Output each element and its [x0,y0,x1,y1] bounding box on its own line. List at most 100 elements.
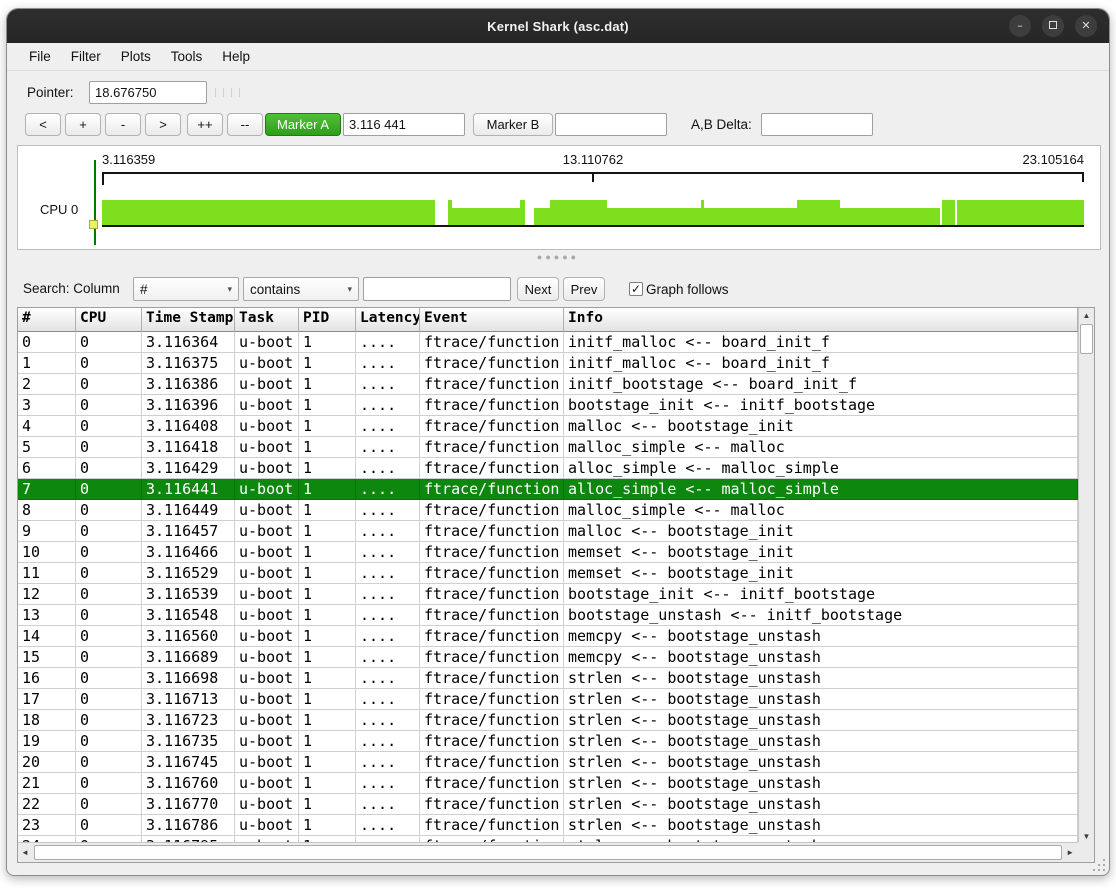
resize-grip-icon[interactable] [1089,855,1105,871]
cell-cpu: 0 [76,689,142,710]
nav-button-1[interactable]: < [25,113,61,136]
axis-tick-mid [592,172,594,182]
table-row[interactable]: 1403.116560u-boot1....ftrace/functionmem… [18,626,1078,647]
search-column-select[interactable]: # ▾ [133,277,239,301]
column-header-task[interactable]: Task [235,308,299,332]
cpu0-plot[interactable] [102,199,1084,225]
graph-follows-checkbox[interactable]: ✓ [629,282,643,296]
close-icon[interactable]: ✕ [1075,15,1097,37]
cpu-activity-segment[interactable] [102,200,435,225]
cpu-activity-segment[interactable] [534,208,550,225]
table-row[interactable]: 903.116457u-boot1....ftrace/functionmall… [18,521,1078,542]
table-row[interactable]: 603.116429u-boot1....ftrace/functionallo… [18,458,1078,479]
marker-a-field[interactable]: 3.116 441 [343,113,465,136]
cell-event: ftrace/function [420,752,564,773]
column-header-latency[interactable]: Latency [356,308,420,332]
table-row[interactable]: 1303.116548u-boot1....ftrace/functionboo… [18,605,1078,626]
ab-delta-field[interactable] [761,113,873,136]
cell-pid: 1 [299,458,356,479]
nav-button-4[interactable]: > [145,113,181,136]
column-header--[interactable]: # [18,308,76,332]
scroll-left-icon[interactable]: ◄ [21,848,29,857]
scroll-right-icon[interactable]: ► [1066,848,1074,857]
cell-pid: 1 [299,605,356,626]
column-header-cpu[interactable]: CPU [76,308,142,332]
minimize-icon[interactable]: – [1009,15,1031,37]
cell--: 7 [18,479,76,500]
table-row[interactable]: 2303.116786u-boot1....ftrace/functionstr… [18,815,1078,836]
cell-time-stamp: 3.116760 [142,773,235,794]
table-row[interactable]: 003.116364u-boot1....ftrace/functioninit… [18,332,1078,353]
cell-event: ftrace/function [420,605,564,626]
table-row[interactable]: 1803.116723u-boot1....ftrace/functionstr… [18,710,1078,731]
table-row[interactable]: 1603.116698u-boot1....ftrace/functionstr… [18,668,1078,689]
cpu-activity-segment[interactable] [520,200,525,225]
cell-event: ftrace/function [420,521,564,542]
splitter-handle[interactable]: ●●●●● [7,252,1109,262]
cpu-activity-segment[interactable] [452,208,520,225]
nav-button-5[interactable]: ++ [187,113,223,136]
nav-button-3[interactable]: - [105,113,141,136]
cpu-activity-segment[interactable] [797,200,840,225]
table-row[interactable]: 1203.116539u-boot1....ftrace/functionboo… [18,584,1078,605]
title-bar[interactable]: Kernel Shark (asc.dat) – ✕ [7,9,1109,43]
cpu-activity-segment[interactable] [550,200,607,225]
cpu-graph-panel[interactable]: 3.116359 13.110762 23.105164 CPU 0 [17,145,1101,250]
column-header-event[interactable]: Event [420,308,564,332]
marker-b-field[interactable] [555,113,667,136]
table-row[interactable]: 303.116396u-boot1....ftrace/functionboot… [18,395,1078,416]
nav-button-6[interactable]: -- [227,113,263,136]
axis-start-label: 3.116359 [102,152,155,167]
cpu-activity-segment[interactable] [957,200,1084,225]
search-match-select[interactable]: contains ▾ [243,277,359,301]
table-row[interactable]: 1003.116466u-boot1....ftrace/functionmem… [18,542,1078,563]
table-row[interactable]: 1703.116713u-boot1....ftrace/functionstr… [18,689,1078,710]
vertical-scroll-thumb[interactable] [1080,324,1093,354]
menu-item-help[interactable]: Help [212,45,260,68]
search-input[interactable] [363,277,511,301]
cpu-activity-segment[interactable] [704,208,797,225]
column-header-pid[interactable]: PID [299,308,356,332]
table-row[interactable]: 803.116449u-boot1....ftrace/functionmall… [18,500,1078,521]
table-row[interactable]: 2203.116770u-boot1....ftrace/functionstr… [18,794,1078,815]
menu-item-file[interactable]: File [19,45,61,68]
table-row[interactable]: 1903.116735u-boot1....ftrace/functionstr… [18,731,1078,752]
table-row[interactable]: 1103.116529u-boot1....ftrace/functionmem… [18,563,1078,584]
pointer-field[interactable]: 18.676750 [89,81,207,104]
table-row[interactable]: 203.116386u-boot1....ftrace/functioninit… [18,374,1078,395]
cell-task: u-boot [235,773,299,794]
marker-a-handle[interactable] [89,220,98,229]
search-prev-button[interactable]: Prev [563,277,605,301]
cell-cpu: 0 [76,752,142,773]
cell-task: u-boot [235,458,299,479]
menu-item-plots[interactable]: Plots [111,45,161,68]
column-header-info[interactable]: Info [564,308,1078,332]
horizontal-scrollbar[interactable]: ◄ ► [18,842,1078,862]
nav-button-2[interactable]: + [65,113,101,136]
vertical-scrollbar[interactable]: ▲ ▼ [1078,308,1094,844]
table-row[interactable]: 2003.116745u-boot1....ftrace/functionstr… [18,752,1078,773]
maximize-icon[interactable] [1042,15,1064,37]
menu-item-tools[interactable]: Tools [161,45,213,68]
horizontal-scroll-thumb[interactable] [34,845,1062,860]
marker-b-button[interactable]: Marker B [473,113,553,136]
cell-info: strlen <-- bootstage_unstash [564,773,1078,794]
scroll-up-icon[interactable]: ▲ [1079,311,1094,320]
scroll-down-icon[interactable]: ▼ [1079,832,1094,841]
search-next-button[interactable]: Next [517,277,559,301]
table-row[interactable]: 503.116418u-boot1....ftrace/functionmall… [18,437,1078,458]
table-row[interactable]: 103.116375u-boot1....ftrace/functioninit… [18,353,1078,374]
cpu-activity-segment[interactable] [840,208,940,225]
cpu-activity-segment[interactable] [607,208,701,225]
cell-cpu: 0 [76,458,142,479]
table-row[interactable]: 2103.116760u-boot1....ftrace/functionstr… [18,773,1078,794]
marker-a-button[interactable]: Marker A [265,113,341,136]
column-header-time-stamp[interactable]: Time Stamp [142,308,235,332]
cpu-activity-segment[interactable] [942,200,955,225]
table-row[interactable]: 1503.116689u-boot1....ftrace/functionmem… [18,647,1078,668]
table-row[interactable]: 403.116408u-boot1....ftrace/functionmall… [18,416,1078,437]
menu-item-filter[interactable]: Filter [61,45,111,68]
cell-latency: .... [356,626,420,647]
marker-a-line[interactable] [94,160,96,245]
table-row-selected[interactable]: 703.116441u-boot1....ftrace/functionallo… [18,479,1078,500]
